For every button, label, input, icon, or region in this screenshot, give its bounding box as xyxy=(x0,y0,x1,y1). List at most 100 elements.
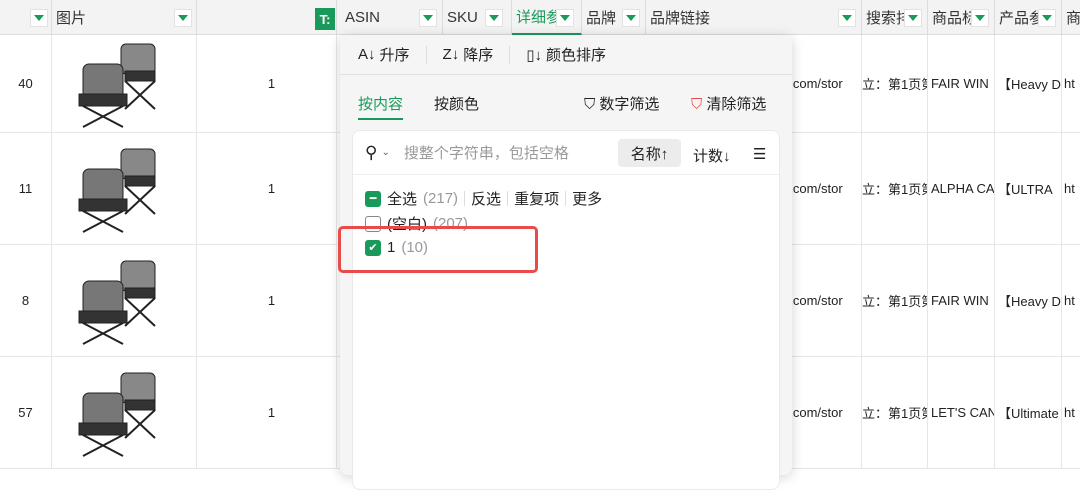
header-more[interactable]: 商 xyxy=(1062,0,1080,35)
select-all-checkbox[interactable]: ━ xyxy=(365,190,381,207)
clear-filter-icon: ⛉ xyxy=(691,96,707,113)
cell-title[interactable]: 【Heavy D xyxy=(995,35,1062,132)
dropdown-arrow-icon[interactable] xyxy=(419,9,437,27)
header-label: 品牌 xyxy=(586,10,617,27)
header-product-title[interactable]: 商品标 xyxy=(928,0,995,35)
header-label: ASIN xyxy=(345,9,381,26)
active-filter-icon[interactable]: T: xyxy=(315,8,335,30)
sort-asc-icon: A↓ xyxy=(358,46,376,63)
sort-ascending-button[interactable]: A↓ 升序 xyxy=(358,44,410,65)
dropdown-arrow-icon[interactable] xyxy=(30,9,48,27)
header-image[interactable]: 图片 xyxy=(52,0,197,35)
cell-brand-link[interactable]: n.com/stor xyxy=(780,133,862,244)
dropdown-arrow-icon[interactable] xyxy=(904,9,922,27)
sort-descending-button[interactable]: Z↓ 降序 xyxy=(443,44,494,65)
row-index: 40 xyxy=(0,35,52,132)
cell-title[interactable]: 【Heavy D xyxy=(995,245,1062,356)
cell-url[interactable]: ht xyxy=(1062,245,1080,356)
product-image[interactable] xyxy=(52,357,197,468)
header-detail[interactable]: 详细参 xyxy=(512,0,582,35)
cell-url[interactable]: ht xyxy=(1062,133,1080,244)
invert-selection-button[interactable]: 反选 xyxy=(471,188,501,209)
header-label: 商 xyxy=(1066,10,1080,27)
chair-image-icon xyxy=(78,260,156,345)
label: 数字筛选 xyxy=(599,96,660,113)
row-index: 57 xyxy=(0,357,52,468)
dropdown-arrow-icon[interactable] xyxy=(971,9,989,27)
cell-search-rank[interactable]: 立：第1页第 xyxy=(862,245,928,356)
cell-value[interactable]: 1 xyxy=(197,133,337,244)
dropdown-arrow-icon[interactable] xyxy=(485,9,503,27)
cell-value[interactable]: 1 xyxy=(197,245,337,356)
header-product-params[interactable]: 产品参 xyxy=(995,0,1062,35)
search-input[interactable]: 搜整个字符串，包括空格 xyxy=(404,142,569,163)
header-label: 图片 xyxy=(56,10,87,27)
cell-brand[interactable]: FAIR WIN xyxy=(928,245,995,356)
sort-by-count-button[interactable]: 计数↓ xyxy=(693,145,731,166)
number-filter-button[interactable]: ⛉ 数字筛选 xyxy=(584,93,659,114)
dropdown-arrow-icon[interactable] xyxy=(556,9,574,27)
header-label: SKU xyxy=(447,9,478,26)
sort-bar: A↓ 升序 Z↓ 降序 ▯↓ 颜色排序 xyxy=(340,35,792,75)
header-brand[interactable]: 品牌 xyxy=(582,0,646,35)
header-label: 详细参 xyxy=(516,9,562,26)
column-header-row: 图片 T: ASIN SKU 详细参 品牌 品牌链接 搜索排 商品标 产品参 商 xyxy=(0,0,1080,35)
cell-brand-link[interactable]: n.com/stor xyxy=(780,245,862,356)
product-image[interactable] xyxy=(52,133,197,244)
header-asin[interactable]: ASIN xyxy=(337,0,443,35)
cell-search-rank[interactable]: 立：第1页第 xyxy=(862,357,928,468)
header-label: 品牌链接 xyxy=(650,10,711,27)
cell-brand-link[interactable]: n.com/stor xyxy=(780,35,862,132)
label: 清除筛选 xyxy=(706,96,767,113)
cell-title[interactable]: 【Ultimate xyxy=(995,357,1062,468)
row-index: 8 xyxy=(0,245,52,356)
sort-by-name-button[interactable]: 名称↑ xyxy=(618,139,681,167)
header-sku[interactable]: SKU xyxy=(443,0,512,35)
select-all-label[interactable]: 全选 xyxy=(387,188,417,209)
dropdown-arrow-icon[interactable] xyxy=(622,9,640,27)
header-rownum xyxy=(0,0,52,35)
chair-image-icon xyxy=(78,372,156,457)
clear-filter-button[interactable]: ⛉ 清除筛选 xyxy=(691,93,766,114)
label: 颜色排序 xyxy=(545,47,606,64)
more-button[interactable]: 更多 xyxy=(572,188,602,209)
cell-brand[interactable]: LET'S CAN xyxy=(928,357,995,468)
search-icon[interactable]: ⚲ xyxy=(365,143,377,163)
cell-brand-link[interactable]: n.com/stor xyxy=(780,357,862,468)
header-search-rank[interactable]: 搜索排 xyxy=(862,0,928,35)
cell-value[interactable]: 1 xyxy=(197,35,337,132)
chair-image-icon xyxy=(78,43,156,128)
label: 降序 xyxy=(463,47,494,64)
settings-icon[interactable]: ☰ xyxy=(753,145,766,163)
dropdown-arrow-icon[interactable] xyxy=(1038,9,1056,27)
select-all-row: ━ 全选 (217) 反选 重复项 更多 xyxy=(365,188,602,209)
cell-brand[interactable]: FAIR WIN xyxy=(928,35,995,132)
label: 升序 xyxy=(379,47,410,64)
color-sort-icon: ▯↓ xyxy=(526,46,542,64)
filter-list-card: ⚲ ⌄ 搜整个字符串，包括空格 名称↑ 计数↓ ☰ ━ 全选 (217) 反选 重… xyxy=(352,130,780,490)
chevron-down-icon[interactable]: ⌄ xyxy=(381,147,389,158)
cell-value[interactable]: 1 xyxy=(197,357,337,468)
header-brand-link[interactable]: 品牌链接 xyxy=(646,0,862,35)
tab-by-content[interactable]: 按内容 xyxy=(358,93,404,120)
search-row: ⚲ ⌄ 搜整个字符串，包括空格 名称↑ 计数↓ ☰ xyxy=(353,131,779,175)
chair-image-icon xyxy=(78,148,156,233)
dropdown-arrow-icon[interactable] xyxy=(838,9,856,27)
sort-desc-icon: Z↓ xyxy=(442,46,460,63)
dropdown-arrow-icon[interactable] xyxy=(174,9,192,27)
duplicates-button[interactable]: 重复项 xyxy=(514,188,559,209)
product-image[interactable] xyxy=(52,35,197,132)
cell-title[interactable]: 【ULTRA xyxy=(995,133,1062,244)
tab-by-color[interactable]: 按颜色 xyxy=(434,93,479,114)
row-index: 11 xyxy=(0,133,52,244)
select-all-count: (217) xyxy=(423,190,459,207)
cell-search-rank[interactable]: 立：第1页第 xyxy=(862,35,928,132)
cell-search-rank[interactable]: 立：第1页第 xyxy=(862,133,928,244)
highlight-box xyxy=(338,226,538,273)
cell-brand[interactable]: ALPHA CA xyxy=(928,133,995,244)
product-image[interactable] xyxy=(52,245,197,356)
cell-url[interactable]: ht xyxy=(1062,35,1080,132)
sort-by-color-button[interactable]: ▯↓ 颜色排序 xyxy=(526,44,606,65)
cell-url[interactable]: ht xyxy=(1062,357,1080,468)
filter-icon: ⛉ xyxy=(584,96,600,113)
